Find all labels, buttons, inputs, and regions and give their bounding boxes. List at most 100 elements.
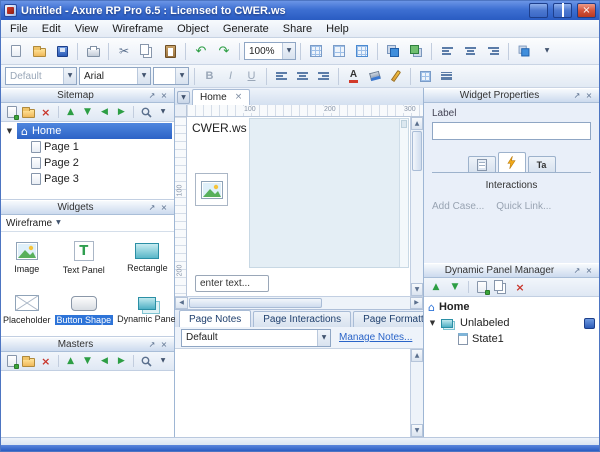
tab-formatting[interactable]: Ta <box>528 156 556 172</box>
scroll-right-arrow[interactable]: ▶ <box>410 297 423 309</box>
add-master-folder-button[interactable] <box>21 353 37 369</box>
font-select[interactable]: Arial ▼ <box>79 67 151 85</box>
add-page-button[interactable] <box>4 104 20 120</box>
widget-label-input[interactable] <box>432 122 591 140</box>
outdent-button[interactable]: ◀ <box>96 104 112 120</box>
notes-vertical-scrollbar[interactable]: ▲ ▼ <box>410 349 423 437</box>
sitemap-close-button[interactable]: × <box>158 90 170 101</box>
panel-scroll-thumb[interactable] <box>401 120 407 128</box>
align-left-button[interactable] <box>436 41 458 62</box>
menu-generate[interactable]: Generate <box>216 21 276 37</box>
add-master-button[interactable] <box>4 353 20 369</box>
menu-help[interactable]: Help <box>319 21 356 37</box>
canvas-button-widget[interactable]: enter text... <box>195 275 269 292</box>
masters-close-button[interactable]: × <box>158 339 170 350</box>
dpm-item-home[interactable]: ⌂ Home <box>424 299 599 315</box>
sitemap-item-page1[interactable]: Page 1 <box>1 139 174 155</box>
snap-button[interactable] <box>351 41 373 62</box>
note-set-select[interactable]: Default ▼ <box>181 329 331 347</box>
add-case-link[interactable]: Add Case... <box>432 201 484 212</box>
group-button[interactable] <box>513 41 535 62</box>
bring-to-front-button[interactable] <box>382 41 404 62</box>
menu-view[interactable]: View <box>68 21 106 37</box>
maximize-button[interactable] <box>553 3 572 18</box>
widgets-float-button[interactable]: ↗ <box>146 202 158 213</box>
dpm-item-state1[interactable]: State1 <box>424 331 599 347</box>
scroll-track[interactable] <box>411 362 423 424</box>
text-align-right-button[interactable] <box>314 67 333 85</box>
minimize-button[interactable] <box>529 3 548 18</box>
scroll-thumb[interactable] <box>189 298 322 308</box>
zoom-select[interactable]: 100% ▼ <box>244 42 296 60</box>
dpm-move-down-button[interactable]: ▼ <box>446 279 464 295</box>
menu-file[interactable]: File <box>3 21 35 37</box>
dpm-duplicate-state-button[interactable] <box>492 279 510 295</box>
dpm-move-up-button[interactable]: ▲ <box>427 279 445 295</box>
tab-annotations[interactable] <box>468 156 496 172</box>
line-color-button[interactable] <box>386 67 405 85</box>
widget-placeholder[interactable]: Placeholder <box>1 284 53 336</box>
dpm-close-button[interactable]: × <box>583 265 595 276</box>
sitemap-float-button[interactable]: ↗ <box>146 90 158 101</box>
align-center-button[interactable] <box>459 41 481 62</box>
master-indent-button[interactable]: ▶ <box>113 353 129 369</box>
master-move-down-button[interactable]: ▼ <box>80 353 96 369</box>
sitemap-item-page3[interactable]: Page 3 <box>1 171 174 187</box>
canvas-dynamic-panel[interactable] <box>249 118 409 268</box>
guides-button[interactable] <box>328 41 350 62</box>
dpm-delete-state-button[interactable]: × <box>511 279 529 295</box>
canvas-image-widget[interactable] <box>195 173 228 206</box>
page-notes-editor[interactable] <box>175 349 410 437</box>
title-bar[interactable]: Untitled - Axure RP Pro 6.5 : Licensed t… <box>1 1 599 20</box>
close-button[interactable]: × <box>577 3 596 18</box>
canvas-text-cwer[interactable]: CWER.ws <box>192 121 247 135</box>
master-move-up-button[interactable]: ▲ <box>63 353 79 369</box>
widget-properties-close-button[interactable]: × <box>583 90 595 101</box>
menu-share[interactable]: Share <box>276 21 319 37</box>
save-button[interactable] <box>51 41 73 62</box>
scroll-thumb[interactable] <box>412 131 422 171</box>
scroll-track[interactable] <box>188 297 410 309</box>
scroll-down-arrow[interactable]: ▼ <box>411 424 423 437</box>
design-canvas[interactable]: CWER.ws enter text... <box>187 117 410 296</box>
quick-link[interactable]: Quick Link... <box>496 201 551 212</box>
scroll-track[interactable] <box>411 172 423 283</box>
masters-float-button[interactable]: ↗ <box>146 339 158 350</box>
widget-dynamic-panel[interactable]: Dynamic Panel <box>115 284 180 336</box>
widget-image[interactable]: Image <box>1 232 53 284</box>
text-align-left-button[interactable] <box>272 67 291 85</box>
open-button[interactable] <box>28 41 50 62</box>
canvas-vertical-scrollbar[interactable]: ▲ ▼ <box>410 117 423 296</box>
grid-button[interactable] <box>305 41 327 62</box>
new-button[interactable] <box>5 41 27 62</box>
print-button[interactable] <box>82 41 104 62</box>
fill-color-button[interactable] <box>365 67 384 85</box>
scroll-up-arrow[interactable]: ▲ <box>411 117 423 130</box>
send-to-back-button[interactable] <box>405 41 427 62</box>
panel-edit-icon[interactable] <box>584 318 595 329</box>
move-down-button[interactable]: ▼ <box>80 104 96 120</box>
dpm-add-state-button[interactable] <box>473 279 491 295</box>
italic-button[interactable]: I <box>221 67 240 85</box>
manage-notes-link[interactable]: Manage Notes... <box>339 332 412 343</box>
tab-home[interactable]: Home × <box>192 89 250 105</box>
panel-scrollbar[interactable] <box>399 119 408 267</box>
bold-button[interactable]: B <box>200 67 219 85</box>
sitemap-item-home[interactable]: ▼ ⌂ Home <box>1 123 174 139</box>
font-color-button[interactable]: A <box>344 67 363 85</box>
delete-master-button[interactable]: × <box>38 353 54 369</box>
tab-page-interactions[interactable]: Page Interactions <box>253 311 351 327</box>
widget-library-select[interactable]: Wireframe ▼ <box>1 215 174 232</box>
text-align-center-button[interactable] <box>293 67 312 85</box>
undo-button[interactable]: ↶ <box>190 41 212 62</box>
copy-button[interactable] <box>136 41 158 62</box>
indent-button[interactable]: ▶ <box>113 104 129 120</box>
masters-list[interactable] <box>1 371 174 437</box>
scroll-up-arrow[interactable]: ▲ <box>411 349 423 362</box>
sitemap-search-button[interactable] <box>138 104 154 120</box>
add-folder-button[interactable] <box>21 104 37 120</box>
scroll-down-arrow[interactable]: ▼ <box>411 283 423 296</box>
expander-icon[interactable]: ▼ <box>428 320 437 327</box>
sitemap-item-page2[interactable]: Page 2 <box>1 155 174 171</box>
expander-icon[interactable]: ▼ <box>5 128 14 135</box>
